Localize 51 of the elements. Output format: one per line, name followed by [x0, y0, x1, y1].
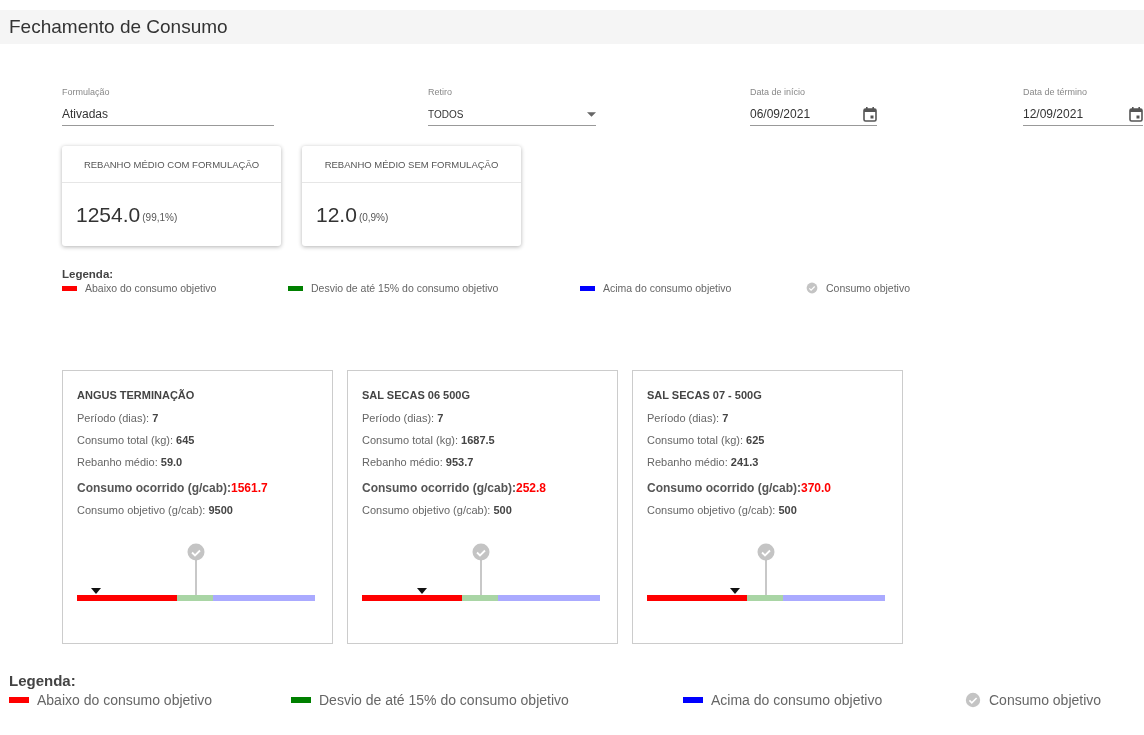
legend-label: Acima do consumo objetivo	[603, 282, 732, 294]
field-label: Data de início	[750, 87, 807, 97]
detail-line: Período (dias): 7	[362, 411, 445, 426]
dropdown-caret-icon[interactable]	[587, 111, 596, 117]
detail-line: Consumo total (kg): 625	[647, 433, 766, 448]
legend-label: Desvio de até 15% do consumo objetivo	[311, 282, 499, 294]
formulation-name: SAL SECAS 06 500G	[362, 389, 471, 401]
legend-label: Abaixo do consumo objetivo	[85, 282, 217, 294]
detail-line: Rebanho médio: 59.0	[77, 455, 184, 470]
actual-consumption: Consumo ocorrido (g/cab):370.0	[647, 480, 833, 497]
check-icon	[806, 282, 818, 294]
summary-share: (0,9%)	[358, 212, 389, 223]
legend-label: Consumo objetivo	[826, 282, 911, 294]
calendar-icon[interactable]	[863, 106, 877, 122]
summary-share: (99,1%)	[142, 212, 178, 223]
detail-line: Período (dias): 7	[77, 411, 160, 426]
legend-label: Abaixo do consumo objetivo	[37, 692, 213, 708]
input-field[interactable]: Ativadas	[62, 103, 274, 126]
field-label: Retiro	[428, 87, 453, 97]
target-consumption: Consumo objetivo (g/cab): 9500	[77, 503, 234, 518]
target-consumption: Consumo objetivo (g/cab): 500	[647, 503, 798, 518]
detail-line: Consumo total (kg): 1687.5	[362, 433, 496, 448]
detail-line: Rebanho médio: 241.3	[647, 455, 760, 470]
summary-value: 12.0	[316, 202, 357, 227]
check-icon	[965, 692, 981, 708]
calendar-icon[interactable]	[1129, 106, 1143, 122]
legend-title: Legenda:	[9, 672, 77, 689]
date-field[interactable]: 12/09/2021	[1023, 103, 1143, 126]
formulation-name: SAL SECAS 07 - 500G	[647, 389, 763, 401]
legend-label: Desvio de até 15% do consumo objetivo	[319, 692, 569, 708]
detail-line: Período (dias): 7	[647, 411, 730, 426]
target-pin-icon	[757, 543, 775, 595]
date-field[interactable]: 06/09/2021	[750, 103, 877, 126]
target-pin-icon	[472, 543, 490, 595]
formulation-name: ANGUS TERMINAÇÃO	[77, 389, 196, 401]
select-field[interactable]: TODOS	[428, 103, 596, 126]
legend-title: Legenda:	[62, 268, 115, 280]
summary-title: REBANHO MÉDIO SEM FORMULAÇÃO	[324, 158, 499, 170]
detail-line: Consumo total (kg): 645	[77, 433, 196, 448]
actual-consumption: Consumo ocorrido (g/cab):1561.7	[77, 480, 269, 497]
target-pin-icon	[187, 543, 205, 595]
actual-consumption: Consumo ocorrido (g/cab):252.8	[362, 480, 548, 497]
legend-label: Consumo objetivo	[989, 692, 1102, 708]
detail-line: Rebanho médio: 953.7	[362, 455, 475, 470]
target-consumption: Consumo objetivo (g/cab): 500	[362, 503, 513, 518]
field-label: Formulação	[62, 87, 111, 97]
legend-label: Acima do consumo objetivo	[711, 692, 883, 708]
summary-title: REBANHO MÉDIO COM FORMULAÇÃO	[83, 158, 260, 170]
summary-value: 1254.0	[76, 202, 141, 227]
page-title: Fechamento de Consumo	[9, 16, 228, 38]
field-label: Data de término	[1023, 87, 1089, 97]
